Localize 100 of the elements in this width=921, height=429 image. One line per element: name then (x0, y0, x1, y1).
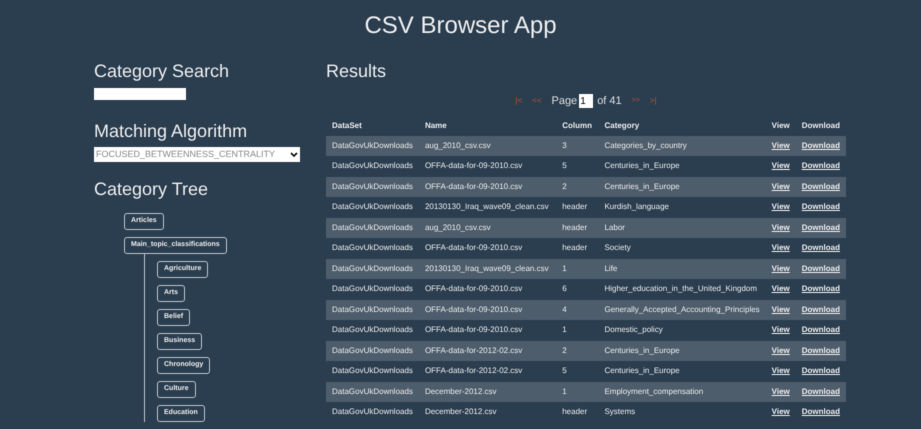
table-cell: Higher_education_in_the_United_Kingdom (598, 279, 766, 300)
column-header: DataSet (331, 120, 363, 132)
download-link[interactable]: Download (802, 243, 840, 252)
column-header: Category (603, 120, 640, 132)
section-heading: Category Tree (94, 178, 210, 201)
view-link[interactable]: View (772, 284, 790, 294)
column-header: Download (800, 120, 841, 132)
download-link[interactable]: Download (802, 140, 840, 150)
table-cell: 4 (556, 300, 598, 320)
table-cell: Categories_by_country (598, 136, 766, 156)
table-cell: Employment_compensation (598, 382, 766, 402)
table-cell: Centuries_in_Europe (598, 156, 766, 176)
table-cell: OFFA-data-for-09-2010.csv (418, 238, 556, 258)
table-cell: OFFA-data-for-09-2010.csv (418, 279, 556, 300)
table-cell: 1 (556, 258, 598, 279)
table-cell: 5 (556, 156, 598, 176)
table-cell: 1 (556, 382, 598, 402)
download-link[interactable]: Download (802, 366, 840, 376)
view-link[interactable]: View (772, 161, 790, 170)
table-cell: Centuries_in_Europe (598, 361, 766, 382)
table-cell: OFFA-data-for-09-2010.csv (418, 156, 556, 176)
table-cell: DataGovUkDownloads (326, 136, 419, 156)
view-link[interactable]: View (772, 366, 790, 376)
download-link[interactable]: Download (802, 386, 840, 396)
view-link[interactable]: View (772, 243, 790, 252)
table-cell: Kurdish_language (598, 197, 766, 218)
download-link[interactable]: Download (802, 325, 840, 334)
table-cell: DataGovUkDownloads (326, 320, 419, 340)
download-link[interactable]: Download (802, 222, 840, 232)
page-label: Page (551, 94, 578, 109)
search-field[interactable] (94, 88, 186, 100)
table-cell: Systems (598, 402, 766, 422)
table-cell: 6 (556, 279, 598, 300)
table-cell: DataGovUkDownloads (326, 238, 419, 258)
table-cell: header (556, 238, 598, 258)
table-cell: DataGovUkDownloads (326, 340, 419, 361)
download-link[interactable]: Download (802, 264, 840, 273)
table-cell: Generally_Accepted_Accounting_Principles (598, 300, 766, 320)
table-cell: DataGovUkDownloads (326, 156, 419, 176)
table-cell: OFFA-data-for-09-2010.csv (418, 176, 556, 197)
table-cell: DataGovUkDownloads (326, 402, 419, 422)
table-cell: Labor (598, 218, 766, 238)
table-cell: DataGovUkDownloads (326, 382, 419, 402)
download-link[interactable]: Download (802, 284, 840, 294)
column-header: Column (561, 120, 594, 132)
column-header: View (770, 120, 791, 132)
table-cell: DataGovUkDownloads (326, 300, 419, 320)
download-link[interactable]: Download (802, 304, 840, 314)
view-link[interactable]: View (772, 222, 790, 232)
app-title: CSV Browser App (364, 12, 557, 39)
table-cell: DataGovUkDownloads (326, 176, 419, 197)
view-link[interactable]: View (772, 202, 790, 212)
column-header: Name (424, 120, 448, 132)
section-heading: Matching Algorithm (94, 120, 248, 143)
view-link[interactable]: View (772, 182, 790, 191)
chevron-down-icon (290, 152, 298, 158)
download-link[interactable]: Download (802, 161, 840, 170)
table-cell: DataGovUkDownloads (326, 361, 419, 382)
table-cell: December-2012.csv (418, 402, 556, 422)
section-heading: Category Search (94, 60, 230, 83)
table-cell: OFFA-data-for-09-2010.csv (418, 320, 556, 340)
download-link[interactable]: Download (802, 407, 840, 416)
table-cell: OFFA-data-for-2012-02.csv (418, 340, 556, 361)
view-link[interactable]: View (772, 140, 790, 150)
view-link[interactable]: View (772, 325, 790, 334)
table-cell: aug_2010_csv.csv (418, 136, 556, 156)
page-count: of 41 (597, 94, 622, 109)
view-link[interactable]: View (772, 386, 790, 396)
view-link[interactable]: View (772, 264, 790, 273)
table-cell: 2 (556, 176, 598, 197)
section-heading: Results (326, 60, 388, 83)
table-cell: 20130130_Iraq_wave09_clean.csv (418, 258, 556, 279)
table-cell: Centuries_in_Europe (598, 340, 766, 361)
download-link[interactable]: Download (802, 182, 840, 191)
table-cell: DataGovUkDownloads (326, 258, 419, 279)
download-link[interactable]: Download (802, 346, 840, 355)
table-cell: 2 (556, 340, 598, 361)
table-cell: header (556, 402, 598, 422)
table-cell: OFFA-data-for-2012-02.csv (418, 361, 556, 382)
table-cell: aug_2010_csv.csv (418, 218, 556, 238)
page-number-field[interactable]: 1 (579, 94, 594, 108)
table-cell: Life (598, 258, 766, 279)
table-cell: Society (598, 238, 766, 258)
table-cell: OFFA-data-for-09-2010.csv (418, 300, 556, 320)
view-link[interactable]: View (772, 346, 790, 355)
table-cell: DataGovUkDownloads (326, 218, 419, 238)
table-cell: December-2012.csv (418, 382, 556, 402)
table-cell: 3 (556, 136, 598, 156)
table-cell: 1 (556, 320, 598, 340)
table-cell: 20130130_Iraq_wave09_clean.csv (418, 197, 556, 218)
table-cell: Centuries_in_Europe (598, 176, 766, 197)
download-link[interactable]: Download (802, 202, 840, 212)
view-link[interactable]: View (772, 407, 790, 416)
view-link[interactable]: View (772, 304, 790, 314)
table-cell: header (556, 197, 598, 218)
table-cell: Domestic_policy (598, 320, 766, 340)
table-cell: header (556, 218, 598, 238)
table-cell: DataGovUkDownloads (326, 197, 419, 218)
table-cell: 5 (556, 361, 598, 382)
table-cell: DataGovUkDownloads (326, 279, 419, 300)
